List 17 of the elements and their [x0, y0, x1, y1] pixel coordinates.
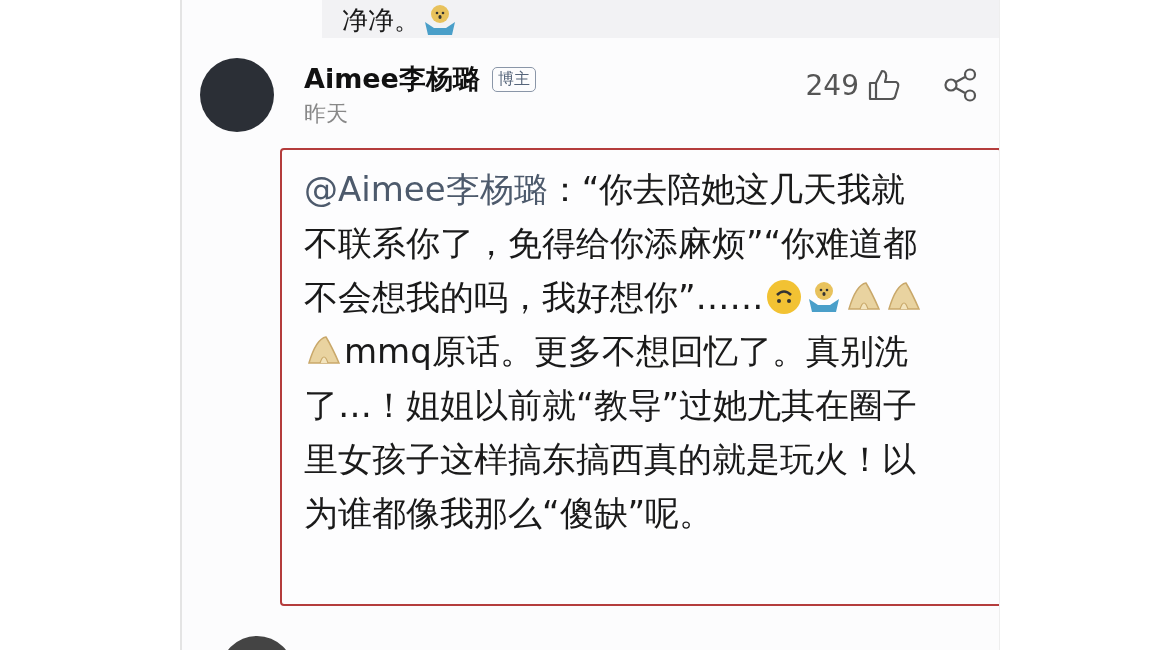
comment-text: 了…！姐姐以前就“教导”过她尤其在圈子: [304, 384, 918, 427]
shrugging-person-icon: [422, 2, 458, 38]
share-icon[interactable]: [943, 68, 979, 102]
comment-text: ：“你去陪她这几天我就: [547, 168, 906, 211]
author-name[interactable]: Aimee李杨璐: [304, 61, 480, 97]
mention-link[interactable]: @Aimee李杨璐: [304, 162, 548, 216]
thumbs-up-icon[interactable]: [867, 68, 901, 102]
comment-text: 净净。: [342, 4, 420, 37]
author-badge: 博主: [491, 66, 536, 92]
like-count: 249: [805, 68, 859, 102]
comment-text: 不联系你了，免得给你添麻烦”“你难道都: [304, 222, 918, 265]
comment-time: 昨天: [304, 100, 349, 128]
comment-text: 里女孩子这样搞东搞西真的就是玩火！以: [304, 438, 916, 481]
upside-down-face-icon: [765, 279, 802, 315]
comment-text: 不会想我的吗，我好想你”……: [304, 276, 764, 319]
comment-text: 为谁都像我那么“傻缺”呢。: [304, 492, 714, 535]
comment-text: mmq原话。更多不想回忆了。真别洗: [344, 330, 908, 373]
